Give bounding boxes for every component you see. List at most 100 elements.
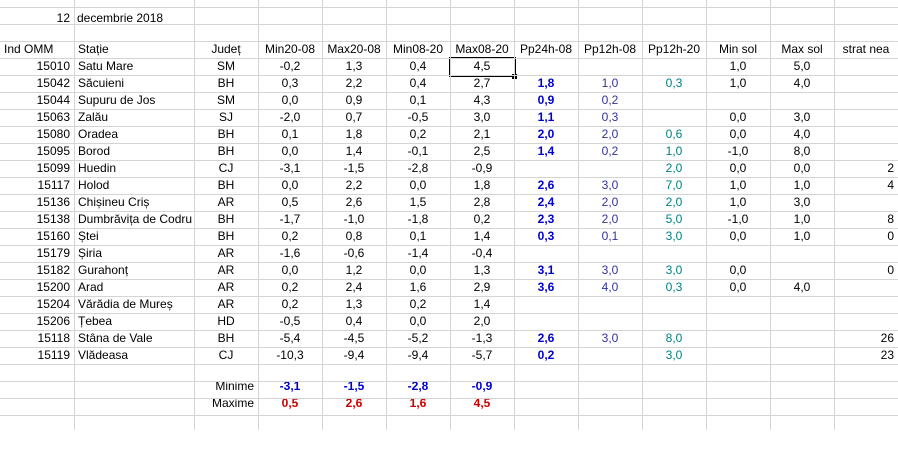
table-cell[interactable]: 0,4 <box>326 313 382 330</box>
table-cell[interactable]: 3,0 <box>582 177 638 194</box>
table-cell[interactable]: 4 <box>838 177 894 194</box>
table-cell[interactable]: AR <box>198 296 254 313</box>
table-cell[interactable]: 0,2 <box>262 279 318 296</box>
table-cell[interactable]: 2,4 <box>326 279 382 296</box>
table-cell[interactable]: Zalău <box>78 109 190 126</box>
table-cell[interactable] <box>838 75 894 92</box>
table-cell[interactable]: 2,3 <box>518 211 574 228</box>
table-cell[interactable]: 23 <box>838 347 894 364</box>
spreadsheet-grid[interactable]: 12 decembrie 2018 Ind OMM Stație Județ Min2… <box>0 0 898 460</box>
table-cell[interactable] <box>646 109 702 126</box>
table-cell[interactable] <box>774 245 830 262</box>
table-cell[interactable]: 0,2 <box>390 296 446 313</box>
table-cell[interactable]: 5,0 <box>774 58 830 75</box>
table-cell[interactable]: 2,2 <box>326 75 382 92</box>
table-cell[interactable]: 0,3 <box>518 228 574 245</box>
table-cell[interactable]: 0,9 <box>518 92 574 109</box>
table-cell[interactable]: 1,0 <box>582 75 638 92</box>
table-cell[interactable]: Săcuieni <box>78 75 190 92</box>
table-cell[interactable]: Supuru de Jos <box>78 92 190 109</box>
table-cell[interactable]: 0,0 <box>390 177 446 194</box>
table-cell[interactable]: 2,4 <box>518 194 574 211</box>
header-max20-08[interactable]: Max20-08 <box>326 41 382 58</box>
table-cell[interactable] <box>518 160 574 177</box>
table-cell[interactable] <box>710 347 766 364</box>
table-cell[interactable]: Vlădeasa <box>78 347 190 364</box>
table-cell[interactable]: BH <box>198 228 254 245</box>
table-cell[interactable]: 1,0 <box>710 58 766 75</box>
table-cell[interactable]: 1,3 <box>326 296 382 313</box>
table-cell[interactable] <box>838 194 894 211</box>
table-cell[interactable]: 15117 <box>4 177 70 194</box>
header-max08-20[interactable]: Max08-20 <box>454 41 510 58</box>
table-cell[interactable]: 0,2 <box>390 126 446 143</box>
table-cell[interactable]: 0,1 <box>390 92 446 109</box>
table-cell[interactable]: 0,0 <box>390 313 446 330</box>
table-cell[interactable] <box>646 296 702 313</box>
table-cell[interactable]: Oradea <box>78 126 190 143</box>
table-cell[interactable]: 1,5 <box>390 194 446 211</box>
table-cell[interactable]: -2,0 <box>262 109 318 126</box>
table-cell[interactable]: 15063 <box>4 109 70 126</box>
header-strat-nea[interactable]: strat nea <box>838 41 894 58</box>
table-cell[interactable]: -10,3 <box>262 347 318 364</box>
table-cell[interactable]: -0,2 <box>262 58 318 75</box>
table-cell[interactable]: 2,0 <box>518 126 574 143</box>
table-cell[interactable]: -0,5 <box>390 109 446 126</box>
table-cell[interactable]: 0,0 <box>710 228 766 245</box>
table-cell[interactable]: Vărădia de Mureș <box>78 296 190 313</box>
table-cell[interactable]: 0,5 <box>262 194 318 211</box>
table-cell[interactable] <box>838 126 894 143</box>
table-cell[interactable]: 2,1 <box>454 126 510 143</box>
table-cell[interactable]: -1,7 <box>262 211 318 228</box>
table-cell[interactable]: -0,6 <box>326 245 382 262</box>
table-cell[interactable]: -1,8 <box>390 211 446 228</box>
table-cell[interactable]: 3,0 <box>582 262 638 279</box>
table-cell[interactable]: BH <box>198 330 254 347</box>
table-cell[interactable]: Șiria <box>78 245 190 262</box>
table-cell[interactable]: BH <box>198 126 254 143</box>
table-cell[interactable]: 0,3 <box>646 279 702 296</box>
table-cell[interactable]: 15044 <box>4 92 70 109</box>
table-cell[interactable]: 2,0 <box>646 194 702 211</box>
table-cell[interactable]: 0,6 <box>646 126 702 143</box>
table-cell[interactable]: 1,0 <box>710 177 766 194</box>
table-cell[interactable] <box>838 143 894 160</box>
table-cell[interactable]: 8 <box>838 211 894 228</box>
table-cell[interactable]: 2,0 <box>582 194 638 211</box>
header-pp12h-20[interactable]: Pp12h-20 <box>646 41 702 58</box>
table-cell[interactable]: -1,0 <box>710 211 766 228</box>
table-cell[interactable]: 1,3 <box>326 58 382 75</box>
table-cell[interactable]: 0,0 <box>262 92 318 109</box>
table-cell[interactable]: AR <box>198 245 254 262</box>
table-cell[interactable]: 15160 <box>4 228 70 245</box>
table-cell[interactable]: 26 <box>838 330 894 347</box>
table-cell[interactable]: 0,3 <box>646 75 702 92</box>
table-cell[interactable]: AR <box>198 279 254 296</box>
table-cell[interactable]: 7,0 <box>646 177 702 194</box>
table-cell[interactable]: -0,1 <box>390 143 446 160</box>
table-cell[interactable]: 0,2 <box>262 228 318 245</box>
table-cell[interactable]: -1,0 <box>710 143 766 160</box>
table-cell[interactable]: 15080 <box>4 126 70 143</box>
table-cell[interactable]: -9,4 <box>390 347 446 364</box>
table-cell[interactable]: -3,1 <box>262 160 318 177</box>
table-cell[interactable]: 4,0 <box>774 126 830 143</box>
table-cell[interactable] <box>710 245 766 262</box>
table-cell[interactable]: 0,2 <box>518 347 574 364</box>
table-cell[interactable]: 3,0 <box>454 109 510 126</box>
table-cell[interactable]: 2,8 <box>454 194 510 211</box>
table-cell[interactable]: -1,5 <box>326 160 382 177</box>
table-cell[interactable]: 1,4 <box>518 143 574 160</box>
table-cell[interactable] <box>646 245 702 262</box>
table-cell[interactable]: 0 <box>838 228 894 245</box>
table-cell[interactable]: 2,6 <box>326 194 382 211</box>
header-sta-ie[interactable]: Stație <box>78 41 190 58</box>
table-cell[interactable]: 15042 <box>4 75 70 92</box>
table-cell[interactable]: CJ <box>198 347 254 364</box>
table-cell[interactable] <box>582 245 638 262</box>
table-cell[interactable]: SJ <box>198 109 254 126</box>
table-cell[interactable] <box>582 296 638 313</box>
table-cell[interactable]: BH <box>198 75 254 92</box>
table-cell[interactable] <box>838 313 894 330</box>
